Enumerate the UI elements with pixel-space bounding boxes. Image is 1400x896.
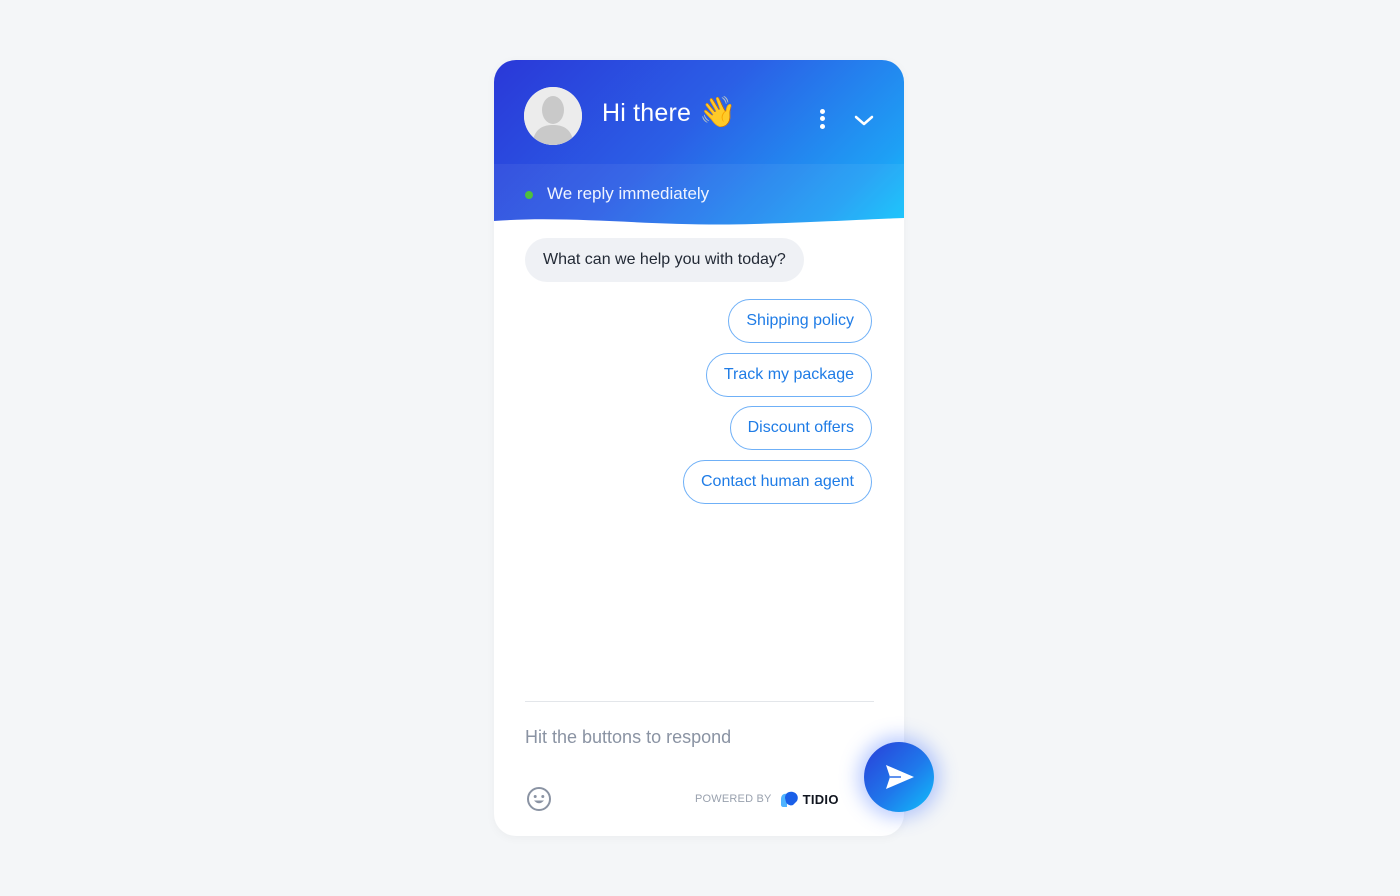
- chat-header: Hi there 👋 We reply immediately: [494, 60, 904, 229]
- tidio-brand: TIDIO: [802, 791, 839, 807]
- quick-reply-discount-offers[interactable]: Discount offers: [729, 406, 872, 450]
- bot-message: What can we help you with today?: [525, 238, 804, 282]
- smiley-icon: [527, 787, 551, 811]
- user-avatar-icon: [524, 87, 582, 145]
- powered-by-label: POWERED BY: [695, 793, 772, 805]
- composer-divider: [525, 701, 874, 702]
- more-vertical-icon-dot: [819, 123, 825, 129]
- send-icon: [886, 765, 914, 789]
- chat-title: Hi there 👋: [602, 98, 737, 128]
- powered-by[interactable]: POWERED BY TIDIO: [695, 790, 839, 808]
- waving-hand-icon: 👋: [699, 96, 737, 129]
- quick-reply-contact-human[interactable]: Contact human agent: [683, 459, 872, 504]
- quick-reply-track-package[interactable]: Track my package: [705, 352, 872, 397]
- chat-widget: Hi there 👋 We reply immediately What can…: [494, 60, 904, 836]
- chevron-down-icon: [854, 115, 874, 126]
- more-vertical-icon-dot: [819, 116, 825, 121]
- online-status-icon: [525, 191, 533, 199]
- header-top: Hi there 👋: [494, 60, 904, 164]
- send-button[interactable]: [864, 742, 934, 812]
- more-vertical-icon: [819, 108, 825, 114]
- emoji-button[interactable]: [526, 786, 552, 812]
- quick-reply-shipping-policy[interactable]: Shipping policy: [728, 299, 872, 343]
- status-text: We reply immediately: [547, 184, 710, 203]
- tidio-logo-icon: [780, 791, 798, 807]
- minimize-button[interactable]: [850, 106, 878, 134]
- title-text: Hi there: [602, 98, 692, 127]
- more-options-button[interactable]: [812, 106, 832, 132]
- quick-replies: Shipping policy Track my package Discoun…: [683, 299, 872, 513]
- message-list: What can we help you with today? Shippin…: [494, 228, 904, 528]
- header-wave-divider: [494, 218, 904, 229]
- message-input[interactable]: [525, 722, 825, 752]
